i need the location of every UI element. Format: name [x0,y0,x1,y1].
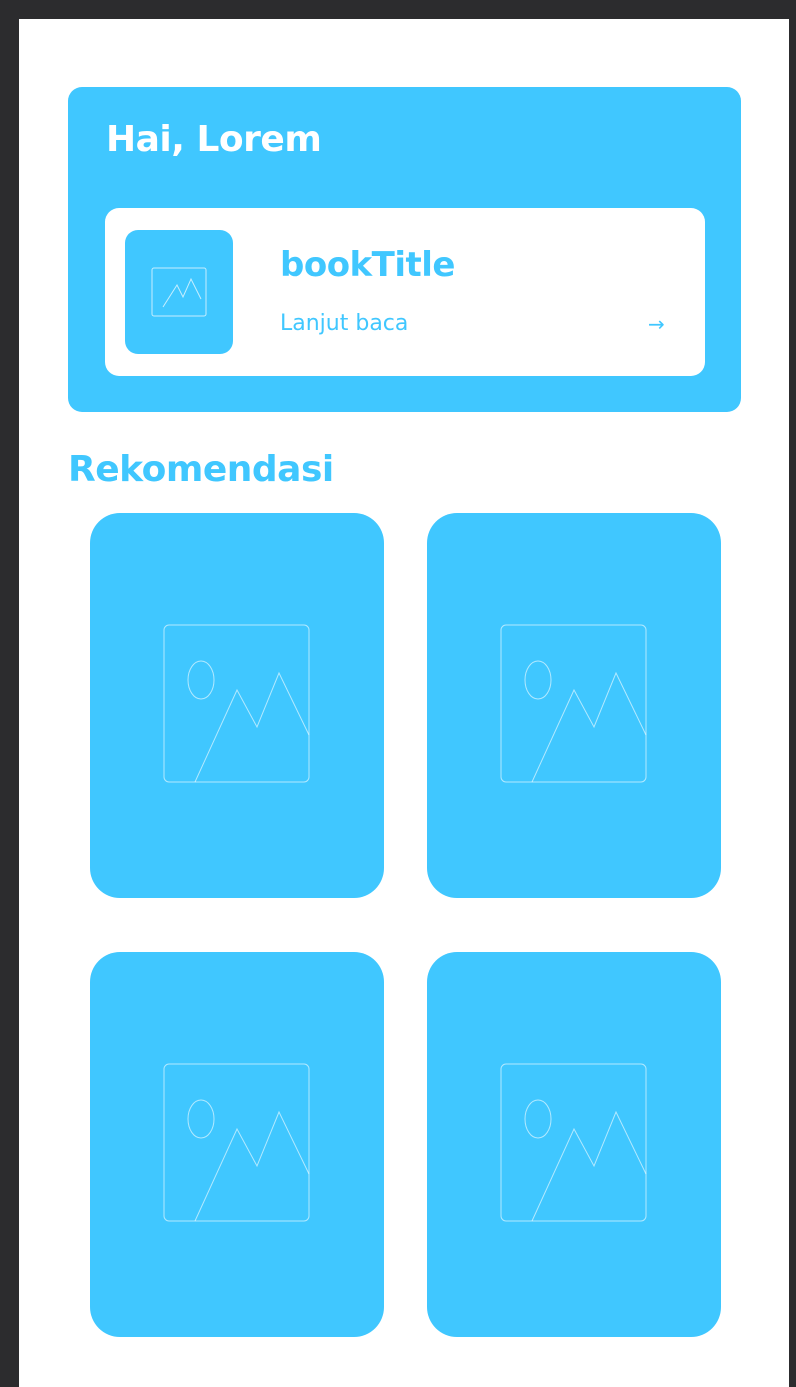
recommendation-card[interactable] [90,513,384,898]
continue-reading-link[interactable]: Lanjut baca [280,311,408,336]
greeting-banner: Hai, Lorem bookTitle Lanjut baca → [68,87,741,412]
image-placeholder-icon [151,267,207,317]
arrow-right-icon[interactable]: → [648,312,665,336]
recommendations-heading: Rekomendasi [68,449,334,490]
app-screen: Hai, Lorem bookTitle Lanjut baca → Rekom… [19,19,789,1387]
recommendation-card[interactable] [427,513,721,898]
book-thumbnail [125,230,233,354]
image-placeholder-icon [500,624,647,783]
book-title: bookTitle [280,245,455,285]
recommendation-card[interactable] [90,952,384,1337]
greeting-text: Hai, Lorem [106,119,322,160]
image-placeholder-icon [163,1063,310,1222]
image-placeholder-icon [163,624,310,783]
image-placeholder-icon [500,1063,647,1222]
continue-reading-card[interactable]: bookTitle Lanjut baca → [105,208,705,376]
recommendation-card[interactable] [427,952,721,1337]
